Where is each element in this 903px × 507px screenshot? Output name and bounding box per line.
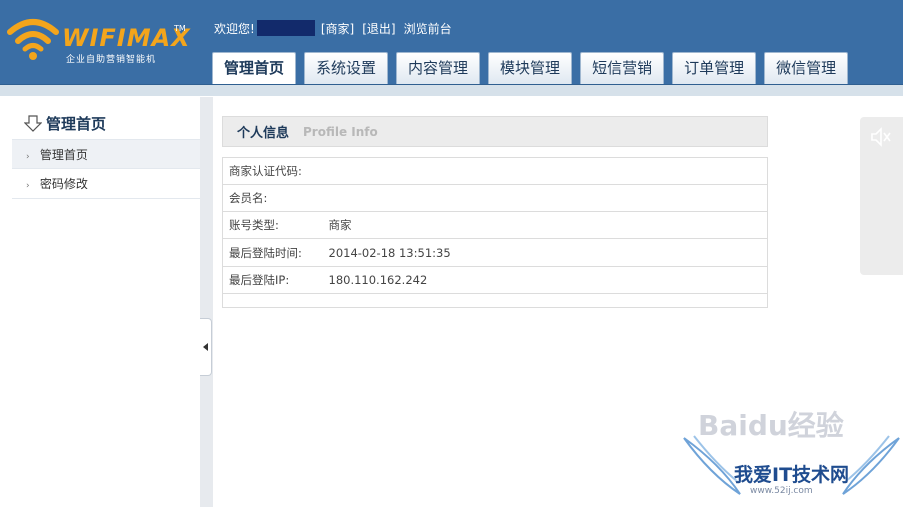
wifi-logo-icon — [7, 19, 59, 60]
table-row: 最后登陆时间: 2014-02-18 13:51:35 — [222, 238, 768, 267]
table-row: 最后登陆IP: 180.110.162.242 — [222, 266, 768, 294]
triangle-left-icon — [203, 343, 208, 351]
welcome-text: 欢迎您! — [214, 21, 255, 36]
tab-wechat-management[interactable]: 微信管理 — [764, 52, 849, 84]
sidebar-item-change-password[interactable]: › 密码修改 — [12, 169, 200, 199]
watermark-site-name: 我爱IT技术网 — [734, 464, 850, 486]
wings-icon — [683, 435, 900, 495]
header-divider — [0, 84, 903, 96]
row-label — [223, 294, 323, 308]
chevron-right-icon: › — [26, 181, 30, 191]
row-label: 账号类型: — [222, 211, 323, 239]
redacted-username — [256, 20, 315, 36]
logo-subtitle: 企业自助营销智能机 — [66, 55, 157, 65]
sidebar-gutter — [200, 97, 213, 507]
tab-order-management[interactable]: 订单管理 — [672, 52, 757, 84]
row-label: 最后登陆IP: — [222, 266, 323, 294]
logo-trademark: TM — [174, 24, 186, 33]
tab-admin-home[interactable]: 管理首页 — [212, 52, 297, 84]
chevron-right-icon: › — [26, 152, 30, 162]
tab-module-management[interactable]: 模块管理 — [488, 52, 573, 84]
logo[interactable]: WIFIMAX TM 企业自助营销智能机 — [6, 12, 190, 65]
header: WIFIMAX TM 企业自助营销智能机 欢迎您! [商家] [退出] 浏览前台… — [0, 0, 903, 84]
table-row: 会员名: — [222, 184, 768, 212]
tab-sms-marketing[interactable]: 短信营销 — [580, 52, 665, 84]
row-label: 最后登陆时间: — [222, 238, 323, 267]
watermark-baidu-logo: Baidu经验 — [698, 409, 844, 442]
sidebar: 管理首页 › 管理首页 › 密码修改 — [0, 97, 200, 507]
row-value — [322, 157, 768, 185]
sidebar-item-label: 密码修改 — [39, 177, 88, 191]
browse-frontend-link[interactable]: 浏览前台 — [404, 20, 452, 37]
logout-link[interactable]: [退出] — [362, 20, 395, 37]
arrow-down-icon — [24, 115, 42, 132]
row-value — [323, 294, 768, 308]
floating-sound-widget[interactable] — [860, 117, 903, 275]
table-row — [223, 294, 768, 308]
logo-text: WIFIMAX — [62, 24, 191, 52]
user-bar: 欢迎您! [商家] [退出] 浏览前台 — [214, 18, 460, 38]
table-row: 商家认证代码: — [222, 157, 768, 185]
watermark-url: www.52ij.com — [750, 486, 813, 496]
row-value: 商家 — [322, 211, 768, 239]
sidebar-collapse-handle[interactable] — [200, 318, 212, 376]
table-row: 账号类型: 商家 — [222, 211, 768, 239]
watermark: Baidu经验 我爱IT技术网 www.52ij.com — [680, 404, 903, 507]
profile-panel-header: 个人信息 Profile Info — [222, 116, 768, 147]
panel-title: 个人信息 — [237, 126, 290, 141]
row-label: 商家认证代码: — [222, 157, 323, 185]
profile-info-table: 商家认证代码: 会员名: 账号类型: 商家 最后登陆时间: 2014-02-18… — [222, 157, 768, 308]
speaker-mute-icon — [871, 127, 891, 147]
main-nav: 管理首页 系统设置 内容管理 模块管理 短信营销 订单管理 微信管理 — [212, 52, 856, 84]
row-label: 会员名: — [222, 184, 323, 212]
sidebar-title: 管理首页 — [24, 111, 106, 135]
sidebar-title-label: 管理首页 — [46, 114, 107, 133]
tab-content-management[interactable]: 内容管理 — [396, 52, 481, 84]
row-value — [322, 184, 768, 212]
panel-subtitle: Profile Info — [303, 124, 378, 139]
row-value: 180.110.162.242 — [322, 266, 768, 294]
row-value: 2014-02-18 13:51:35 — [322, 238, 768, 267]
tab-system-settings[interactable]: 系统设置 — [304, 52, 389, 84]
sidebar-item-admin-home[interactable]: › 管理首页 — [12, 139, 200, 169]
merchant-link[interactable]: [商家] — [321, 20, 354, 37]
sidebar-item-label: 管理首页 — [39, 148, 88, 162]
